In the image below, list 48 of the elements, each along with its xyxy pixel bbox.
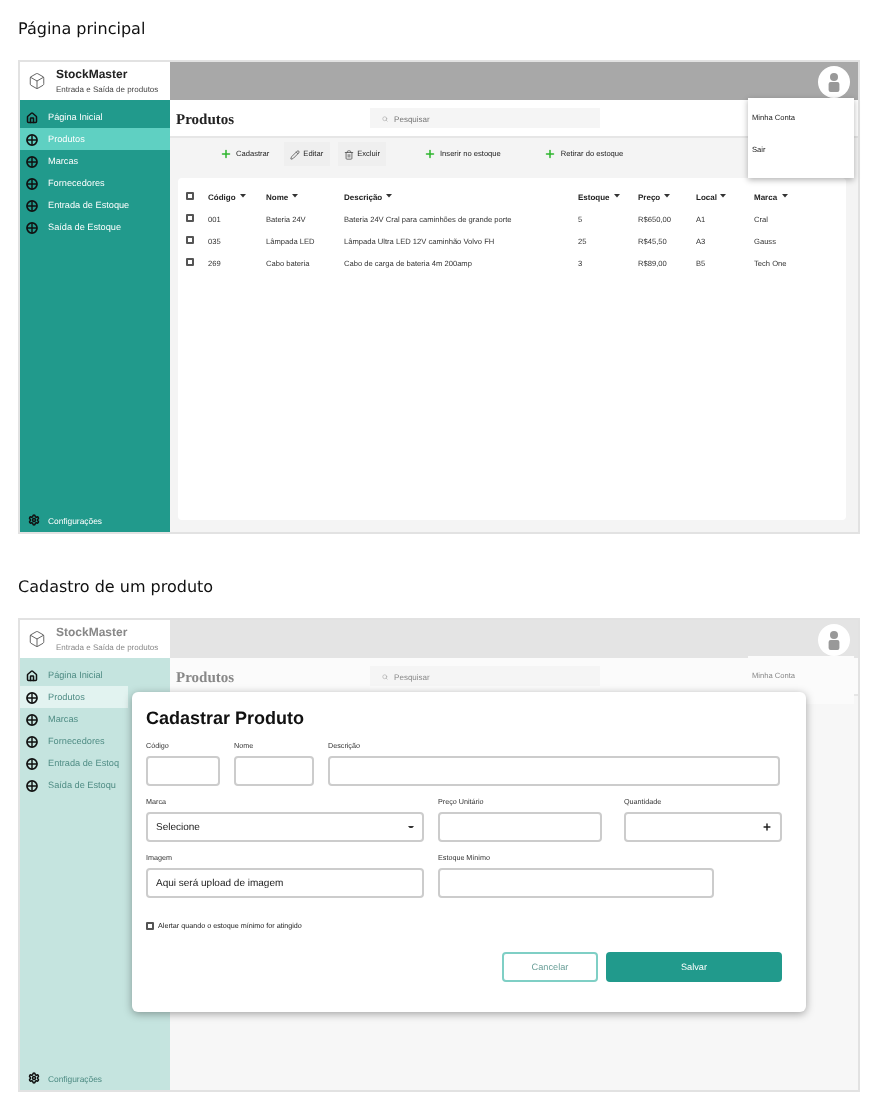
plus-icon <box>424 148 436 160</box>
row-checkbox[interactable] <box>186 258 194 266</box>
row-checkbox[interactable] <box>186 236 194 244</box>
caret-icon <box>292 194 299 198</box>
globe-icon <box>26 779 38 791</box>
caret-icon <box>781 194 788 198</box>
globe-icon <box>26 691 38 703</box>
caret-icon <box>720 194 727 198</box>
select-all-checkbox[interactable] <box>186 191 194 199</box>
section-heading: Cadastro de um produto <box>18 576 216 600</box>
input-field[interactable] <box>234 756 314 786</box>
section-heading: Página principal <box>18 18 148 42</box>
input-field[interactable] <box>438 868 714 898</box>
input-field[interactable] <box>328 756 780 786</box>
caret-icon <box>239 194 246 198</box>
globe-icon <box>26 757 38 769</box>
plus-icon <box>544 148 557 160</box>
globe-icon <box>26 713 38 725</box>
caret-icon <box>408 825 414 829</box>
alert-checkbox[interactable] <box>146 922 154 930</box>
globe-icon <box>26 199 38 211</box>
pencil-icon <box>289 149 300 159</box>
home-icon <box>26 669 38 681</box>
globe-icon <box>26 735 38 747</box>
caret-icon <box>664 194 671 198</box>
quantity-field[interactable] <box>624 812 782 842</box>
globe-icon <box>26 177 38 189</box>
settings-icon <box>28 514 40 526</box>
avatar-icon[interactable] <box>818 623 850 655</box>
input-field[interactable] <box>438 812 602 842</box>
search-icon <box>382 673 389 679</box>
trash-icon <box>343 149 354 159</box>
cube-icon <box>28 630 46 648</box>
globe-icon <box>26 155 38 167</box>
settings-icon <box>28 1072 40 1084</box>
search-icon <box>382 115 389 121</box>
cube-icon <box>28 72 46 90</box>
plus-icon <box>220 148 232 160</box>
caret-icon <box>386 194 393 198</box>
input-field[interactable] <box>146 756 220 786</box>
caret-icon <box>613 194 620 198</box>
avatar-icon[interactable] <box>818 65 850 97</box>
dialog-title: Cadastrar Produto <box>146 708 307 732</box>
globe-icon <box>26 133 38 145</box>
globe-icon <box>26 221 38 233</box>
row-checkbox[interactable] <box>186 214 194 222</box>
home-icon <box>26 111 38 123</box>
plus-icon[interactable] <box>762 822 772 832</box>
